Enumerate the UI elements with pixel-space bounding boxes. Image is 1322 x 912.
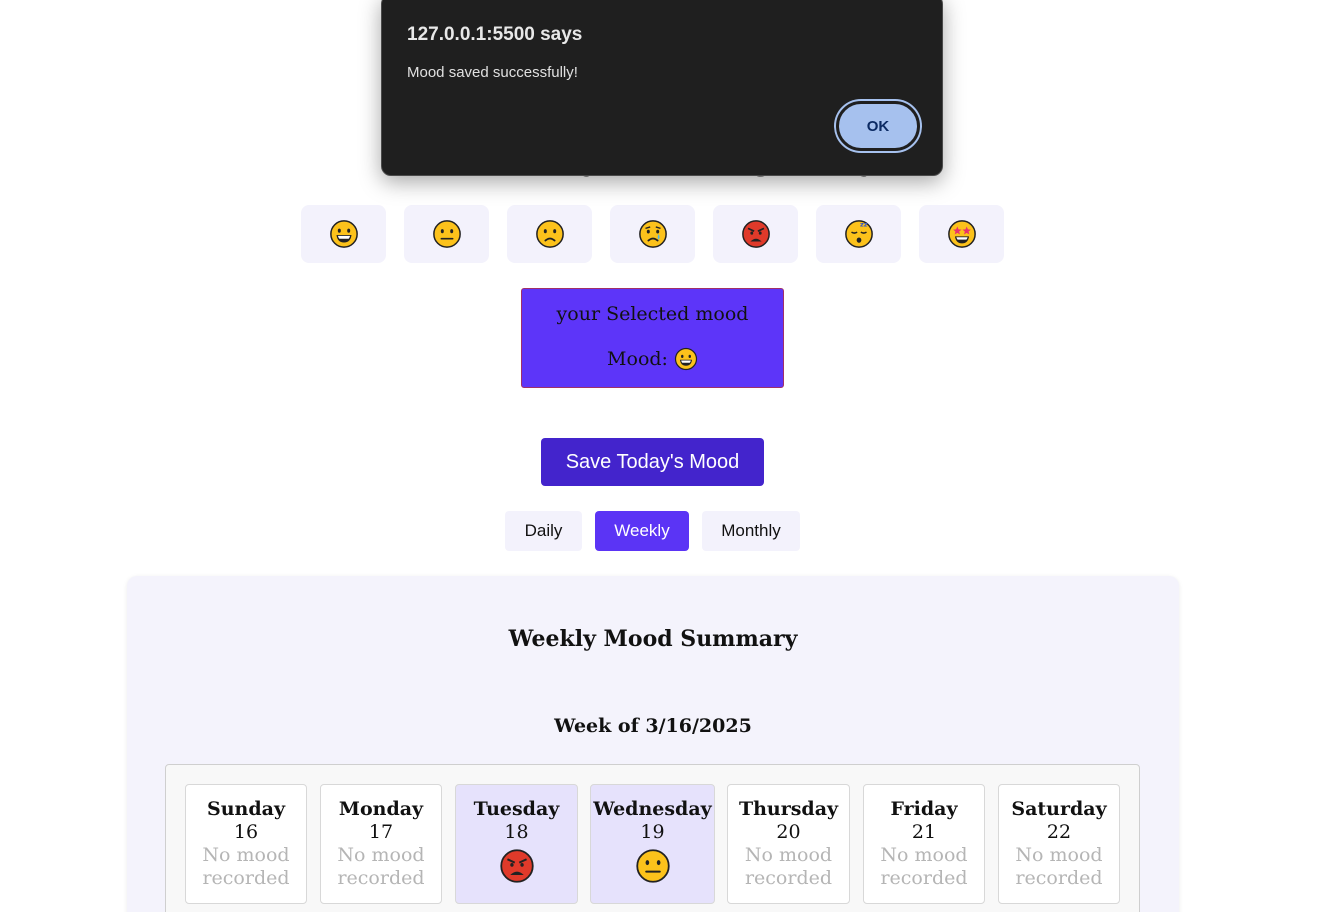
day-date: 19 — [640, 821, 665, 843]
angry-face-icon — [741, 220, 770, 248]
day-cell-tuesday: Tuesday 18 — [455, 784, 578, 904]
slightly-frowning-face-icon — [535, 220, 564, 248]
tab-daily[interactable]: Daily — [505, 511, 582, 551]
day-name: Thursday — [738, 798, 839, 820]
day-date: 20 — [776, 821, 801, 843]
selected-mood-panel: your Selected mood Mood: — [521, 288, 784, 388]
day-name: Sunday — [207, 798, 285, 820]
week-label: Week of 3/16/2025 — [554, 715, 752, 737]
day-name: Saturday — [1011, 798, 1107, 820]
sleeping-face-icon: zz — [844, 220, 873, 248]
summary-title: Weekly Mood Summary — [508, 626, 798, 652]
week-grid: Sunday 16 No mood recorded Monday 17 No … — [165, 764, 1140, 912]
day-name: Wednesday — [593, 798, 712, 820]
day-status: No mood recorded — [744, 844, 833, 889]
view-tabs: Daily Weekly Monthly — [505, 511, 800, 551]
grinning-face-icon — [674, 347, 698, 371]
day-cell-wednesday: Wednesday 19 — [590, 784, 715, 904]
day-name: Tuesday — [473, 798, 560, 820]
day-date: 16 — [233, 821, 259, 843]
emoji-button-sleepy[interactable]: zz — [816, 205, 901, 263]
save-mood-button[interactable]: Save Today's Mood — [541, 438, 764, 486]
svg-text:zz: zz — [859, 221, 867, 229]
grinning-face-icon — [329, 220, 358, 248]
emoji-button-excited[interactable] — [919, 205, 1004, 263]
day-cell-thursday: Thursday 20 No mood recorded — [727, 784, 850, 904]
day-name: Monday — [338, 798, 424, 820]
alert-origin: 127.0.0.1:5500 says — [407, 24, 583, 45]
angry-face-icon — [499, 849, 534, 883]
day-cell-friday: Friday 21 No mood recorded — [863, 784, 985, 904]
day-status: No mood recorded — [202, 844, 290, 889]
emoji-button-neutral[interactable] — [404, 205, 489, 263]
selected-mood-display: Mood: — [522, 347, 783, 371]
emoji-button-grinning[interactable] — [301, 205, 386, 263]
alert-ok-button[interactable]: OK — [836, 101, 920, 151]
day-date: 21 — [911, 821, 937, 843]
tab-monthly[interactable]: Monthly — [702, 511, 800, 551]
alert-message: Mood saved successfully! — [407, 64, 578, 81]
day-cell-sunday: Sunday 16 No mood recorded — [185, 784, 307, 904]
browser-alert-dialog: 127.0.0.1:5500 says Mood saved successfu… — [381, 0, 943, 176]
day-date: 17 — [368, 821, 394, 843]
neutral-face-icon — [432, 220, 461, 248]
day-cell-saturday: Saturday 22 No mood recorded — [998, 784, 1120, 904]
day-date: 22 — [1046, 821, 1072, 843]
day-name: Friday — [890, 798, 958, 820]
emoji-button-sad[interactable] — [610, 205, 695, 263]
day-cell-monday: Monday 17 No mood recorded — [320, 784, 442, 904]
tab-weekly[interactable]: Weekly — [595, 511, 689, 551]
selected-mood-title: your Selected mood — [556, 303, 749, 325]
day-status: No mood recorded — [1015, 844, 1103, 889]
emoji-button-confused[interactable] — [507, 205, 592, 263]
star-struck-face-icon — [947, 220, 976, 248]
day-date: 18 — [504, 821, 529, 843]
day-status: No mood recorded — [880, 844, 968, 889]
weekly-summary-card: Weekly Mood Summary Week of 3/16/2025 Su… — [127, 576, 1179, 912]
emoji-button-angry[interactable] — [713, 205, 798, 263]
emoji-picker: zz — [301, 205, 1004, 263]
crying-face-icon — [638, 220, 667, 248]
selected-mood-label: Mood: — [607, 348, 668, 370]
day-status: No mood recorded — [337, 844, 425, 889]
neutral-face-icon — [635, 849, 670, 883]
